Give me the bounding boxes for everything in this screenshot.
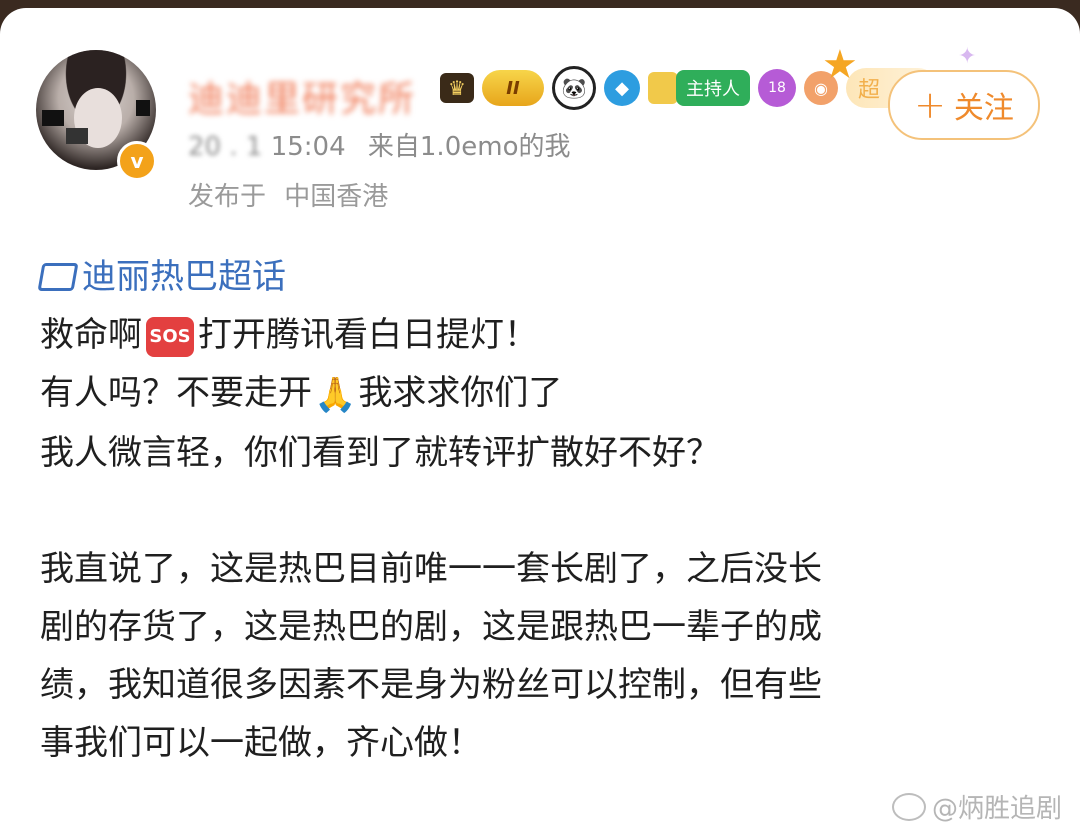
sos-icon: SOS <box>146 316 194 357</box>
topic-icon <box>37 263 79 291</box>
star-icon: ★ <box>822 42 858 88</box>
watermark: @炳胜追剧 <box>891 788 1062 825</box>
text-segment: 救命啊 <box>40 315 142 355</box>
text-segment: 我求求你们了 <box>358 373 563 413</box>
content-line: 我人微言轻，你们看到了就转评扩散好不好？ <box>40 432 720 473</box>
content-line: 有人吗？不要走开🙏我求求你们了 <box>40 364 1040 424</box>
avatar-mosaic <box>136 100 150 116</box>
post-date: 20 . 1 <box>188 132 263 162</box>
post-meta: 20 . 1 15:04 来自1.0emo的我 <box>188 126 570 163</box>
content-line: 绩，我知道很多因素不是身为粉丝可以控制，但有些 <box>40 664 822 705</box>
post-location-row: 发布于 中国香港 <box>188 176 388 213</box>
level-badge[interactable]: II <box>482 70 544 106</box>
shield-icon[interactable]: ◆ <box>604 70 640 106</box>
follow-label: 关注 <box>953 91 1014 126</box>
weibo-icon <box>891 792 926 821</box>
user-badges: ♛ II 🐼 ◆ 主持人 18 ◉ 超 <box>440 66 938 110</box>
content-line: 救命啊 SOS 打开腾讯看白日提灯！ <box>40 306 1040 364</box>
gem-icon[interactable]: 18 <box>758 69 796 107</box>
post-content: 迪丽热巴超话 救命啊 SOS 打开腾讯看白日提灯！ 有人吗？不要走开🙏我求求你们了 … <box>37 248 1040 772</box>
text-segment: 有人吗？不要走开 <box>40 373 312 413</box>
username[interactable]: 迪迪里研究所 <box>188 70 416 122</box>
content-line: 事我们可以一起做，齐心做！ <box>40 722 482 763</box>
content-line: 我直说了，这是热巴目前唯一一套长剧了，之后没长 <box>40 548 822 589</box>
topic-label: 迪丽热巴超话 <box>82 257 286 297</box>
avatar-mosaic <box>66 128 88 144</box>
watermark-text: @炳胜追剧 <box>931 794 1062 824</box>
sparkle-icon: ✦ <box>958 44 977 69</box>
post-location: 中国香港 <box>284 182 389 212</box>
topic-link[interactable]: 迪丽热巴超话 <box>37 248 1040 306</box>
plus-icon: + <box>914 83 946 127</box>
post-time: 15:04 <box>270 132 346 162</box>
pray-icon: 🙏 <box>314 374 357 415</box>
crown-icon[interactable]: ♛ <box>440 73 474 103</box>
text-segment: 打开腾讯看白日提灯！ <box>198 315 538 355</box>
content-line: 剧的存货了，这是热巴的剧，这是跟热巴一辈子的成 <box>40 606 822 647</box>
avatar-mosaic <box>42 110 64 126</box>
publish-prefix: 发布于 <box>188 182 267 212</box>
verified-badge-icon: v <box>117 141 157 181</box>
panda-icon[interactable]: 🐼 <box>552 66 596 110</box>
follow-button[interactable]: + 关注 <box>888 70 1040 140</box>
host-award-icon <box>648 72 678 104</box>
host-badge[interactable]: 主持人 <box>676 70 750 106</box>
weibo-post-card: v 迪迪里研究所 ♛ II 🐼 ◆ 主持人 18 ◉ 超 ★ ✦ + 关注 20… <box>0 8 1080 835</box>
post-source[interactable]: 来自1.0emo的我 <box>368 132 571 162</box>
